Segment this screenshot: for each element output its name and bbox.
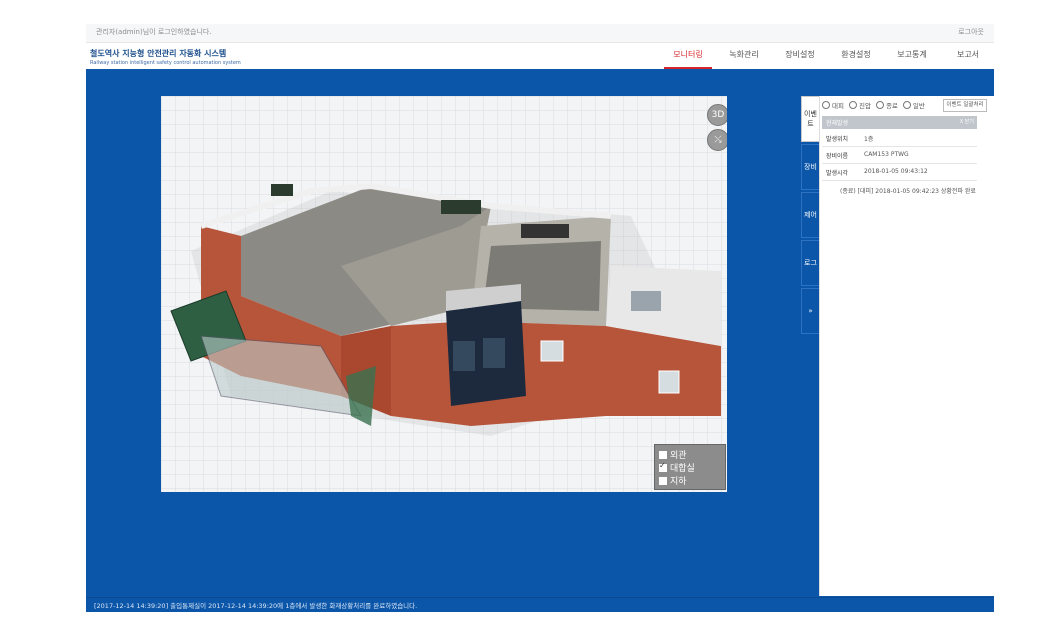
filter-label: 대피 xyxy=(832,102,844,110)
layer-exterior[interactable]: 외관 xyxy=(659,448,721,461)
filter-suppress[interactable]: 진압 xyxy=(848,100,871,110)
status-bar: [2017-12-14 14:39:20] 출입통제실이 2017-12-14 … xyxy=(86,597,994,612)
event-row: 발생위치 1층 xyxy=(822,130,977,147)
nav-recording[interactable]: 녹화관리 xyxy=(716,42,772,68)
checkbox-checked[interactable] xyxy=(659,461,667,472)
event-row: 장비이름 CAM153 PTWG xyxy=(822,147,977,164)
layer-underground[interactable]: 지하 xyxy=(659,474,721,487)
layer-label: 외관 xyxy=(670,451,687,461)
brand-title: 철도역사 지능형 안전관리 자동화 시스템 xyxy=(90,49,227,58)
filter-label: 진압 xyxy=(858,102,871,110)
filter-end[interactable]: 종료 xyxy=(875,100,898,110)
nav-report[interactable]: 보고서 xyxy=(940,42,996,68)
event-key: 발생위치 xyxy=(826,136,849,143)
close-button[interactable]: X 닫기 xyxy=(960,118,974,125)
side-tabs: 이벤트 장비 제어 로그 » xyxy=(801,96,819,336)
nav-monitoring[interactable]: 모니터링 xyxy=(660,42,716,69)
radio-icon[interactable] xyxy=(902,101,911,109)
bulk-ack-button[interactable]: 이벤트 일괄처리 xyxy=(943,99,987,112)
event-value: CAM153 PTWG xyxy=(864,151,909,158)
nav-environment[interactable]: 환경설정 xyxy=(828,42,884,68)
event-log-entry[interactable]: (종료) [대피] 2018-01-05 09:42:23 상황전파 완료 xyxy=(840,186,976,195)
tab-log[interactable]: 로그 xyxy=(801,240,819,286)
expand-icon[interactable]: ⤯ xyxy=(707,129,727,151)
top-bar: 관리자(admin)님이 로그인하였습니다. 로그아웃 xyxy=(86,24,994,43)
event-panel: 대피 진압 종료 일반 이벤트 일괄처리 현재발생 X 닫기 발생위치 1층 장… xyxy=(819,96,995,596)
layer-label: 지하 xyxy=(670,477,687,487)
event-value: 1층 xyxy=(864,136,874,143)
nav-equipment[interactable]: 장비설정 xyxy=(772,42,828,68)
event-key: 발생시각 xyxy=(826,170,849,177)
login-status: 관리자(admin)님이 로그인하였습니다. xyxy=(96,28,212,36)
logout-link[interactable]: 로그아웃 xyxy=(958,27,984,37)
tab-event[interactable]: 이벤트 xyxy=(801,96,819,142)
nav-statistics[interactable]: 보고통계 xyxy=(884,42,940,68)
event-filter: 대피 진압 종료 일반 xyxy=(822,100,930,110)
main-area: 3D ⤯ 외관 대합실 지하 이벤트 장비 제어 로그 xyxy=(86,69,995,597)
3d-view-icon[interactable]: 3D xyxy=(707,104,727,126)
radio-icon[interactable] xyxy=(875,101,884,109)
status-message: [2017-12-14 14:39:20] 출입통제실이 2017-12-14 … xyxy=(94,602,418,610)
radio-icon[interactable] xyxy=(848,101,857,109)
filter-label: 일반 xyxy=(912,102,925,110)
tab-control[interactable]: 제어 xyxy=(801,192,819,238)
filter-normal[interactable]: 일반 xyxy=(902,100,925,110)
app-window: 관리자(admin)님이 로그인하였습니다. 로그아웃 철도역사 지능형 안전관… xyxy=(86,24,996,614)
event-header-title: 현재발생 xyxy=(826,120,849,127)
brand: 철도역사 지능형 안전관리 자동화 시스템 Railway station in… xyxy=(90,48,241,66)
filter-evacuate[interactable]: 대피 xyxy=(822,100,844,110)
main-nav: 모니터링 녹화관리 장비설정 환경설정 보고통계 보고서 xyxy=(660,42,996,69)
tab-equipment[interactable]: 장비 xyxy=(801,144,819,190)
layer-waiting-room[interactable]: 대합실 xyxy=(659,461,721,474)
station-3d-model xyxy=(161,96,727,492)
checkbox[interactable] xyxy=(659,450,667,459)
event-key: 장비이름 xyxy=(826,153,849,160)
3d-station-viewer[interactable]: 3D ⤯ 외관 대합실 지하 xyxy=(161,96,727,492)
brand-subtitle: Railway station intelligent safety contr… xyxy=(90,60,241,66)
radio-icon[interactable] xyxy=(822,101,830,109)
event-header: 현재발생 X 닫기 xyxy=(822,116,977,129)
filter-label: 종료 xyxy=(885,102,898,110)
event-row: 발생시각 2018-01-05 09:43:12 xyxy=(822,164,977,181)
checkbox[interactable] xyxy=(659,476,667,485)
floor-layer-selector: 외관 대합실 지하 xyxy=(654,444,726,490)
layer-label: 대합실 xyxy=(670,464,695,474)
tab-expand[interactable]: » xyxy=(801,288,819,334)
event-value: 2018-01-05 09:43:12 xyxy=(864,168,928,175)
